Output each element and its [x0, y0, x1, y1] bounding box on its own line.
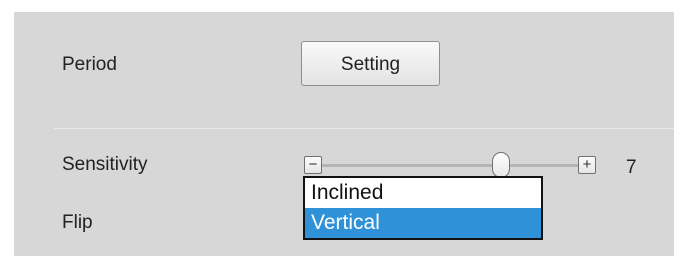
dropdown-option-vertical[interactable]: Vertical — [305, 208, 541, 238]
slider-track[interactable] — [322, 164, 578, 167]
sensitivity-label: Sensitivity — [62, 154, 148, 175]
period-label: Period — [62, 54, 117, 75]
sensitivity-value: 7 — [626, 157, 637, 178]
settings-panel: Period Setting Sensitivity − + 7 Flip In… — [14, 12, 674, 256]
period-setting-button[interactable]: Setting — [301, 41, 440, 86]
flip-dropdown-list[interactable]: Inclined Vertical — [303, 176, 543, 240]
minus-button[interactable]: − — [304, 156, 322, 174]
plus-button[interactable]: + — [578, 156, 596, 174]
flip-label: Flip — [62, 212, 93, 233]
dropdown-option-inclined[interactable]: Inclined — [305, 178, 541, 208]
slider-thumb[interactable] — [492, 152, 511, 178]
section-divider — [54, 128, 674, 129]
